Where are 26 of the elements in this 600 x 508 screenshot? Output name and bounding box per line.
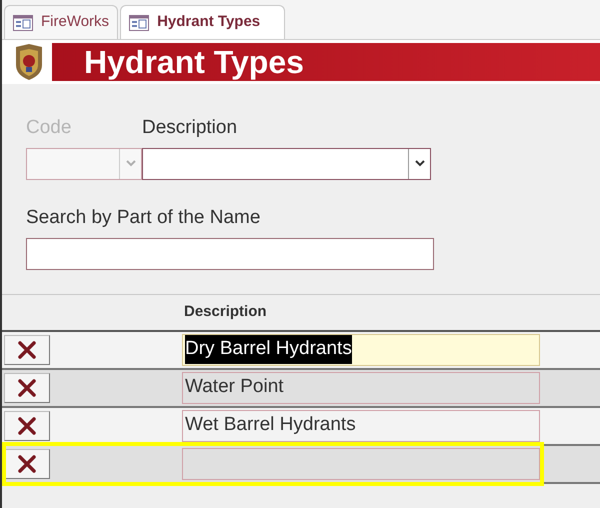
delete-button[interactable]: [4, 448, 50, 478]
chevron-down-icon: [126, 160, 136, 167]
close-icon: [18, 378, 36, 396]
delete-button[interactable]: [4, 372, 50, 402]
description-field[interactable]: Wet Barrel Hydrants: [182, 410, 540, 442]
delete-button[interactable]: [4, 334, 50, 364]
close-icon: [18, 340, 36, 358]
search-field[interactable]: [26, 238, 434, 270]
tab[interactable]: Hydrant Types: [120, 5, 286, 39]
delete-button[interactable]: [4, 410, 50, 440]
search-label: Search by Part of the Name: [26, 206, 262, 230]
description-dropdown[interactable]: [142, 148, 431, 180]
form-icon: [129, 14, 150, 30]
column-header: Description: [184, 302, 268, 322]
close-icon: [18, 454, 36, 472]
tab[interactable]: FireWorks: [4, 5, 118, 39]
code-label: Code: [26, 116, 72, 140]
description-field[interactable]: Water Point: [182, 372, 540, 404]
description-field[interactable]: [182, 448, 540, 480]
crest-icon: [14, 43, 44, 81]
page-title: Hydrant Types: [84, 46, 304, 78]
description-field[interactable]: Dry Barrel Hydrants: [182, 334, 540, 366]
description-label: Description: [142, 116, 238, 140]
close-icon: [18, 416, 36, 434]
chevron-down-icon: [414, 160, 424, 167]
form-icon: [13, 14, 33, 30]
